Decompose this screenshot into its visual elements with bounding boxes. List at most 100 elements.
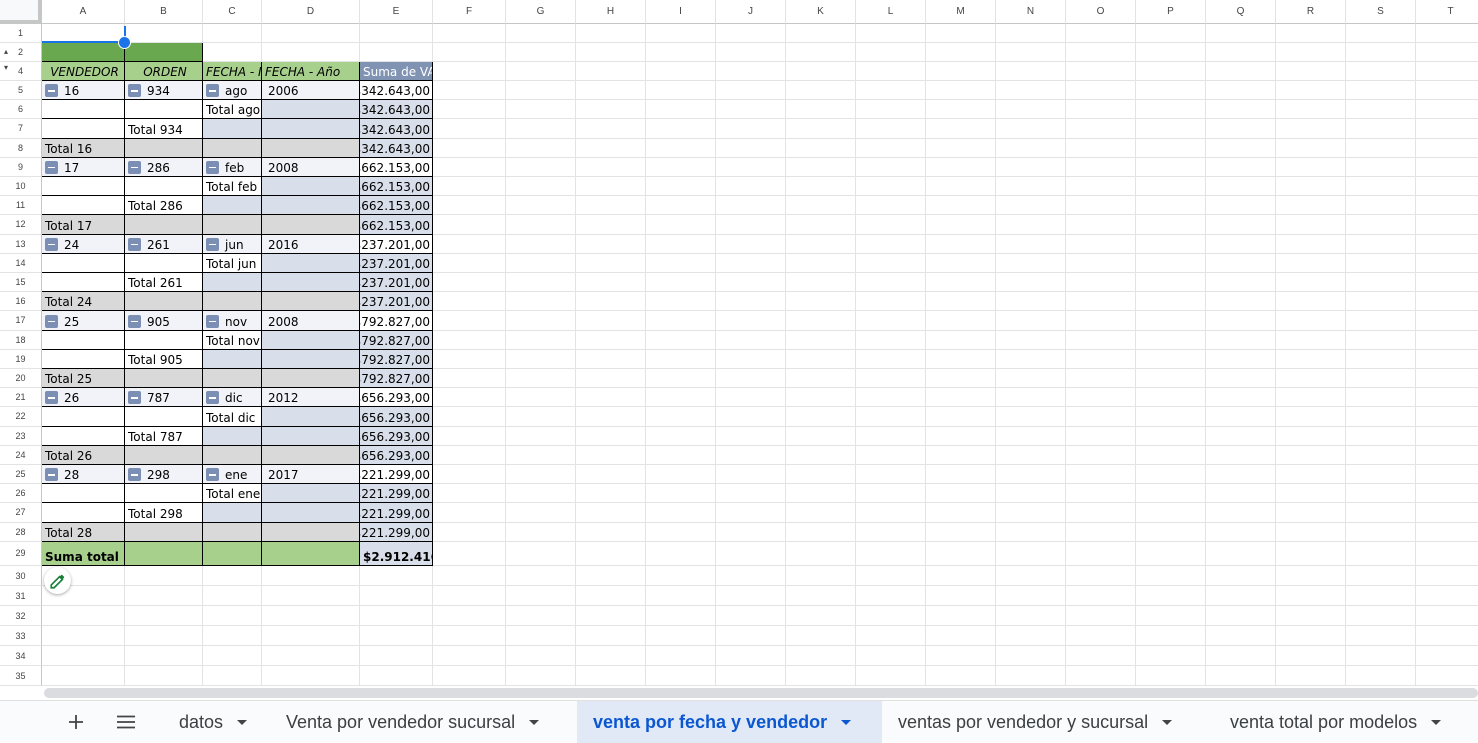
grid-cell[interactable]	[1206, 273, 1276, 293]
grid-cell[interactable]	[856, 666, 926, 686]
grid-cell[interactable]	[1416, 81, 1478, 101]
grid-cell[interactable]	[360, 646, 433, 666]
grid-cell[interactable]	[125, 606, 203, 626]
grid-cell[interactable]	[433, 465, 506, 485]
grid-cell[interactable]	[506, 157, 576, 177]
grid-cell[interactable]	[1346, 626, 1416, 646]
grid-cell[interactable]	[576, 503, 646, 523]
pivot-cell[interactable]	[203, 138, 262, 158]
pivot-value-cell[interactable]: $662.153,00	[360, 196, 433, 216]
grid-cell[interactable]	[1346, 566, 1416, 586]
grid-cell[interactable]	[576, 157, 646, 177]
grid-cell[interactable]	[926, 253, 996, 273]
grid-cell[interactable]	[1066, 407, 1136, 427]
grid-cell[interactable]	[1276, 253, 1346, 273]
grid-cell[interactable]	[1346, 215, 1416, 235]
grid-cell[interactable]	[576, 24, 646, 43]
column-header[interactable]: D	[262, 0, 360, 24]
grid-cell[interactable]	[1206, 234, 1276, 254]
grid-cell[interactable]	[646, 292, 716, 312]
pivot-cell[interactable]: 16	[42, 81, 125, 101]
grid-cell[interactable]	[996, 100, 1066, 120]
pivot-cell[interactable]	[203, 119, 262, 139]
grid-cell[interactable]	[786, 234, 856, 254]
grid-cell[interactable]	[1136, 43, 1206, 62]
grid-cell[interactable]	[646, 626, 716, 646]
pivot-cell[interactable]: Total 261	[125, 273, 203, 293]
pivot-cell[interactable]: 2008	[262, 311, 360, 331]
grid-cell[interactable]	[716, 522, 786, 542]
grid-cell[interactable]	[996, 503, 1066, 523]
grid-cell[interactable]	[716, 646, 786, 666]
grid-cell[interactable]	[716, 234, 786, 254]
grid-cell[interactable]	[433, 119, 506, 139]
grid-cell[interactable]	[1136, 273, 1206, 293]
grid-cell[interactable]	[1416, 606, 1478, 626]
grid-cell[interactable]	[1346, 234, 1416, 254]
grid-cell[interactable]	[506, 234, 576, 254]
pivot-cell[interactable]	[262, 407, 360, 427]
grid-cell[interactable]	[646, 586, 716, 606]
pivot-cell[interactable]: ago	[203, 81, 262, 101]
grid-cell[interactable]	[646, 100, 716, 120]
column-header[interactable]: A	[42, 0, 125, 24]
grid-cell[interactable]	[576, 445, 646, 465]
column-header[interactable]: G	[506, 0, 576, 24]
pivot-value-cell[interactable]: $792.827,00	[360, 369, 433, 389]
grid-cell[interactable]	[996, 388, 1066, 408]
grid-cell[interactable]	[576, 388, 646, 408]
sheet-tab[interactable]: venta total por modelos	[1214, 701, 1478, 743]
grid-cell[interactable]	[926, 138, 996, 158]
collapse-minus-icon[interactable]	[206, 160, 219, 174]
pivot-value-cell[interactable]: $656.293,00	[360, 426, 433, 446]
grid-cell[interactable]	[996, 215, 1066, 235]
grid-cell[interactable]	[646, 388, 716, 408]
pivot-cell[interactable]: Total ago	[203, 100, 262, 120]
grid-cell[interactable]	[1276, 586, 1346, 606]
grid-cell[interactable]	[1416, 666, 1478, 686]
grid-cell[interactable]	[262, 586, 360, 606]
grid-cell[interactable]	[716, 407, 786, 427]
grid-cell[interactable]	[1416, 100, 1478, 120]
edit-pivot-button[interactable]	[44, 567, 71, 594]
grid-cell[interactable]	[1136, 215, 1206, 235]
grid-cell[interactable]	[1416, 446, 1478, 465]
grid-cell[interactable]	[646, 234, 716, 254]
grid-cell[interactable]	[506, 349, 576, 369]
pivot-cell[interactable]: jun	[203, 234, 262, 254]
grid-cell[interactable]	[1136, 62, 1206, 81]
row-header[interactable]: 19	[0, 349, 42, 369]
pivot-cell[interactable]	[262, 349, 360, 369]
grid-cell[interactable]	[646, 349, 716, 369]
grid-cell[interactable]	[786, 666, 856, 686]
grid-cell[interactable]	[433, 100, 506, 120]
pivot-cell[interactable]	[125, 215, 203, 235]
grid-cell[interactable]	[716, 388, 786, 408]
pivot-header-cell[interactable]: VENDEDOR	[42, 62, 125, 81]
grid-cell[interactable]	[1206, 349, 1276, 369]
grid-cell[interactable]	[1066, 138, 1136, 158]
pivot-cell[interactable]	[262, 273, 360, 293]
grid-cell[interactable]	[856, 522, 926, 542]
row-header[interactable]: 35	[0, 666, 42, 686]
pivot-cell[interactable]: 286	[125, 157, 203, 177]
pivot-cell[interactable]	[262, 119, 360, 139]
grid-cell[interactable]	[1416, 139, 1478, 158]
grid-cell[interactable]	[716, 369, 786, 389]
pivot-cell[interactable]	[203, 273, 262, 293]
grid-cell[interactable]	[360, 586, 433, 606]
grid-cell[interactable]	[1346, 177, 1416, 197]
grid-cell[interactable]	[926, 311, 996, 331]
grid-cell[interactable]	[646, 606, 716, 626]
chevron-down-icon[interactable]	[529, 719, 540, 725]
grid-cell[interactable]	[1136, 24, 1206, 43]
grid-cell[interactable]	[786, 292, 856, 312]
grid-cell[interactable]	[1066, 388, 1136, 408]
grid-cell[interactable]	[1206, 666, 1276, 686]
grid-cell[interactable]	[262, 626, 360, 646]
grid-cell[interactable]	[433, 388, 506, 408]
grid-cell[interactable]	[996, 330, 1066, 350]
grid-cell[interactable]	[506, 407, 576, 427]
grid-cell[interactable]	[646, 541, 716, 566]
grid-cell[interactable]	[1346, 388, 1416, 408]
